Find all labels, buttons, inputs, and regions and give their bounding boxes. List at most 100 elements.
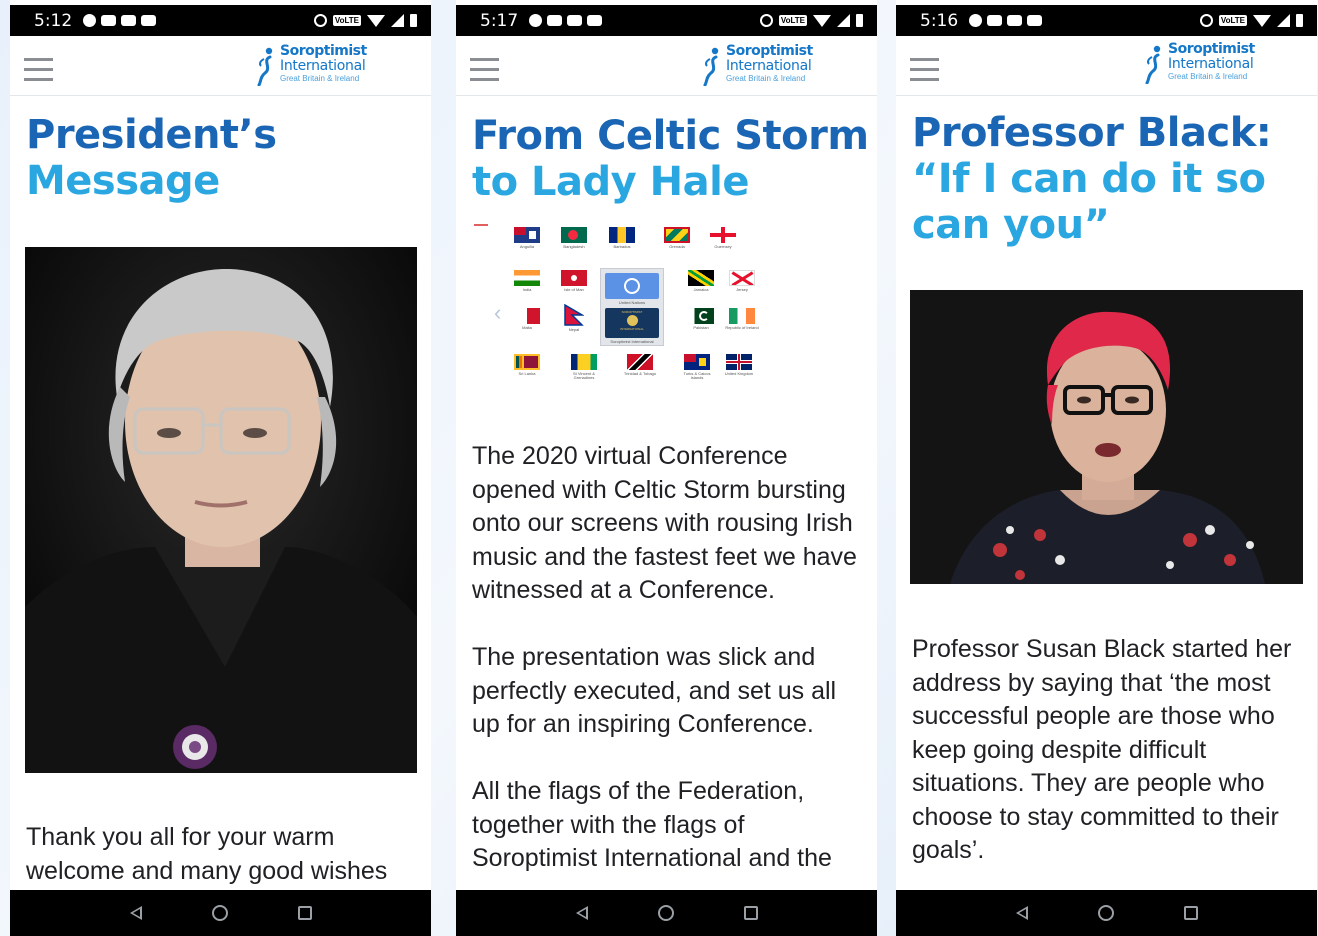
logo-line2: International xyxy=(280,58,366,74)
un-soroptimist-card: United Nations SOROPTIMIST INTERNATIONAL… xyxy=(600,268,664,346)
notification-icon xyxy=(101,15,117,26)
phone-screen-celtic-storm: 5:17 VoLTE Soroptimist International Gre… xyxy=(456,0,877,936)
page-title: From Celtic Storm to Lady Hale xyxy=(472,113,869,205)
flag-label: Bangladesh xyxy=(563,244,585,249)
alarm-icon xyxy=(1199,14,1213,27)
professor-black-video-still xyxy=(910,290,1303,584)
flag-isle-of-man: Isle of Man xyxy=(554,270,594,292)
back-icon[interactable] xyxy=(575,906,588,920)
flag-malta: Malta xyxy=(507,308,547,330)
recents-icon[interactable] xyxy=(743,906,758,920)
wifi-icon xyxy=(367,14,385,27)
status-time: 5:16 xyxy=(920,10,959,31)
recents-icon[interactable] xyxy=(297,906,312,920)
signal-icon xyxy=(391,14,404,27)
home-icon[interactable] xyxy=(1097,905,1114,921)
logo-figure-icon xyxy=(703,47,719,86)
wifi-icon xyxy=(813,14,831,27)
phone-screen-professor-black: 5:16 VoLTE Soroptimist International Gre… xyxy=(896,0,1317,936)
emblem-text: INTERNATIONAL xyxy=(620,327,644,331)
flag-jamaica: Jamaica xyxy=(681,270,721,292)
notification-icon xyxy=(587,15,603,26)
body-paragraph: The presentation was slick and perfectly… xyxy=(472,643,837,738)
card-label-top: United Nations xyxy=(618,300,646,305)
flag-barbados: Barbados xyxy=(602,227,642,249)
site-header: Soroptimist International Great Britain … xyxy=(10,36,431,96)
logo-line2: International xyxy=(726,58,812,74)
soroptimist-flag: SOROPTIMIST INTERNATIONAL xyxy=(605,308,659,338)
site-logo[interactable]: Soroptimist International Great Britain … xyxy=(1144,42,1264,86)
title-line: Message xyxy=(26,158,220,204)
notification-icon xyxy=(567,15,583,26)
logo-line2: International xyxy=(1168,56,1254,72)
carousel-prev-icon[interactable]: ‹ xyxy=(494,300,501,326)
title-line: can you” xyxy=(912,202,1110,248)
flag-united-kingdom: United Kingdom xyxy=(719,354,759,376)
flag-label: Anguilla xyxy=(519,244,535,249)
phone-screen-presidents-message: 5:12 VoLTE Soroptimist International Gre… xyxy=(10,0,431,936)
flag-label: Republic of Ireland xyxy=(725,325,759,330)
site-logo[interactable]: Soroptimist International Great Britain … xyxy=(702,44,822,88)
battery-icon xyxy=(410,14,417,27)
article-body: Professor Susan Black started her addres… xyxy=(912,633,1301,901)
recents-icon[interactable] xyxy=(1183,906,1198,920)
flag-india: India xyxy=(507,270,547,292)
un-flag xyxy=(605,273,659,299)
notification-icon xyxy=(121,15,137,26)
flag-turks-caicos: Turks & Caicos Islands xyxy=(677,354,717,380)
flag-label: Malta xyxy=(522,325,532,330)
flag-label: Sri Lanka xyxy=(518,371,536,376)
flag-st-vincent: St Vincent & Grenadines xyxy=(564,354,604,380)
page-title: Professor Black: “If I can do it so can … xyxy=(912,110,1272,248)
slide-indicator xyxy=(474,224,488,226)
card-label-bottom: Soroptimist International xyxy=(610,339,654,344)
flag-label: India xyxy=(522,287,532,292)
title-line: President’s xyxy=(26,112,277,158)
site-logo[interactable]: Soroptimist International Great Britain … xyxy=(256,44,376,88)
logo-region: Great Britain & Ireland xyxy=(1168,72,1248,81)
logo-figure-icon xyxy=(257,47,273,86)
logo-name: Soroptimist xyxy=(1168,41,1255,57)
hamburger-icon[interactable] xyxy=(24,58,53,82)
notification-icon xyxy=(987,15,1003,26)
logo-region: Great Britain & Ireland xyxy=(280,74,360,83)
notification-icon xyxy=(547,15,563,26)
flag-trinidad-tobago: Trinidad & Tobago xyxy=(620,354,660,376)
messenger-icon xyxy=(969,14,983,27)
flag-pakistan: Pakistan xyxy=(681,308,721,330)
logo-name: Soroptimist xyxy=(280,43,367,59)
signal-icon xyxy=(837,14,850,27)
flags-carousel: ‹ › United Nations SOROPTIMIST INTERNATI… xyxy=(472,222,772,392)
flag-jersey: Jersey xyxy=(722,270,762,292)
home-icon[interactable] xyxy=(211,905,228,921)
title-line: Professor Black: xyxy=(912,110,1272,156)
flag-label: Pakistan xyxy=(693,325,709,330)
logo-figure-icon xyxy=(1145,45,1161,84)
hamburger-icon[interactable] xyxy=(910,58,939,82)
notification-icon xyxy=(141,15,157,26)
flag-label: United Kingdom xyxy=(724,371,754,376)
notification-icon xyxy=(1027,15,1043,26)
status-bar: 5:12 VoLTE xyxy=(10,5,431,36)
flag-bangladesh: Bangladesh xyxy=(554,227,594,249)
flag-sri-lanka: Sri Lanka xyxy=(507,354,547,376)
flag-anguilla: Anguilla xyxy=(507,227,547,249)
battery-icon xyxy=(856,14,863,27)
hamburger-icon[interactable] xyxy=(470,58,499,82)
back-icon[interactable] xyxy=(1015,906,1028,920)
body-paragraph: Professor Susan Black started her addres… xyxy=(912,635,1292,864)
back-icon[interactable] xyxy=(129,906,142,920)
flag-nepal: Nepal xyxy=(554,304,594,332)
logo-name: Soroptimist xyxy=(726,43,813,59)
flag-guernsey: Guernsey xyxy=(703,227,743,249)
android-nav-bar xyxy=(10,890,431,936)
flag-grenada: Grenada xyxy=(657,227,697,249)
body-paragraph: The 2020 virtual Conference opened with … xyxy=(472,442,857,604)
flag-label: Trinidad & Tobago xyxy=(623,371,657,376)
flag-label: Turks & Caicos Islands xyxy=(683,371,711,380)
volte-badge: VoLTE xyxy=(778,15,807,26)
title-line: “If I can do it so xyxy=(912,156,1266,202)
status-time: 5:12 xyxy=(34,10,73,31)
wifi-icon xyxy=(1253,14,1271,27)
home-icon[interactable] xyxy=(657,905,674,921)
